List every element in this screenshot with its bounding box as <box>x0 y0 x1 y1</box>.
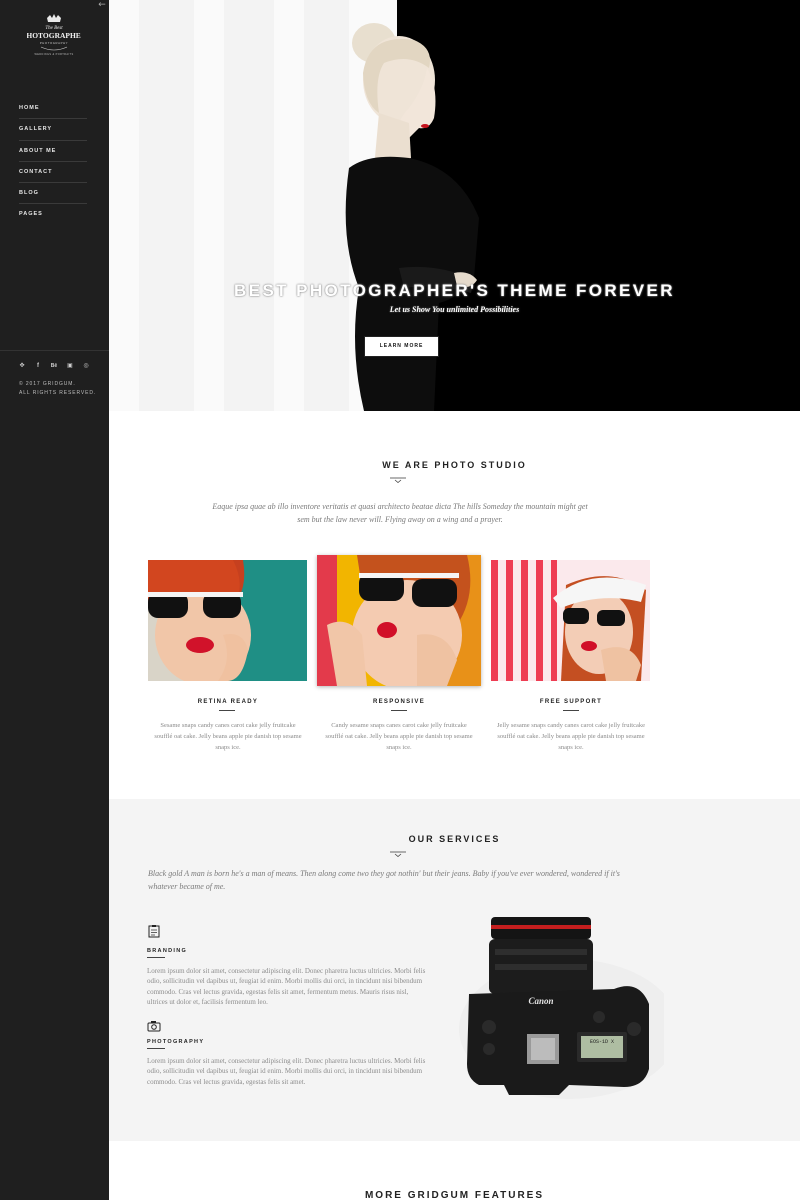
card-text-responsive: Candy sesame snaps canes carot cake jell… <box>325 722 473 751</box>
card-image-retina[interactable] <box>148 560 307 681</box>
site-logo[interactable]: The Best PHOTOGRAPHER PHOTOGRAPHY WEDDIN… <box>27 14 81 58</box>
hero-subtitle: Let us Show You unlimited Possibilities <box>389 305 520 314</box>
card-title-responsive: RESPONSIVE <box>372 699 425 705</box>
nav-item-contact[interactable]: CONTACT <box>19 162 87 184</box>
nav-item-about[interactable]: ABOUT ME <box>19 141 87 162</box>
studio-intro: Eaque ipsa quae ab illo inventore verita… <box>212 502 588 524</box>
nav-item-pages[interactable]: PAGES <box>19 204 87 225</box>
services-title: OUR SERVICES <box>408 834 501 844</box>
camera-icon <box>147 1021 161 1032</box>
card-image-support[interactable] <box>491 560 650 681</box>
dribbble-icon[interactable]: ◎ <box>82 362 90 370</box>
features-title: MORE GRIDGUM FEATURES <box>364 1190 545 1200</box>
learn-more-button[interactable]: LEARN MORE <box>364 336 439 357</box>
flickr-icon[interactable]: ▣ <box>66 362 74 370</box>
sidebar: ← The Best PHOTOGRAPHER PHOTOGRAPHY WEDD… <box>0 0 109 1200</box>
service-label-photography: PHOTOGRAPHY <box>147 1039 205 1045</box>
service-text-branding: Lorem ipsum dolor sit amet, consectetur … <box>147 967 426 1006</box>
logo-wordmark: PHOTOGRAPHER <box>27 31 81 40</box>
main-nav: HOME GALLERY ABOUT ME CONTACT BLOG PAGES <box>19 98 87 226</box>
card-image-responsive[interactable] <box>317 555 481 686</box>
logo-subline: PHOTOGRAPHY <box>40 41 68 45</box>
sidebar-divider <box>0 350 109 351</box>
title-divider-icon <box>390 477 406 483</box>
camera-model: EOS-1D X <box>590 1039 614 1045</box>
card-text-support: Jelly sesame snaps candy canes carot cak… <box>497 722 645 751</box>
title-divider-icon <box>390 851 406 857</box>
collapse-arrow-icon[interactable]: ← <box>96 0 108 10</box>
hero-title: BEST PHOTOGRAPHER'S THEME FOREVER <box>234 281 675 300</box>
card-text-retina: Sesame snaps candy canes carot cake jell… <box>154 722 302 751</box>
camera-brand: Canon <box>528 996 553 1006</box>
nav-item-gallery[interactable]: GALLERY <box>19 119 87 141</box>
copyright-line-1: © 2017 GRIDGUM. <box>19 381 76 387</box>
behance-icon[interactable]: Bē <box>50 362 58 370</box>
social-links: ✥ f Bē ▣ ◎ <box>18 362 90 370</box>
services-intro: Black gold A man is born he's a man of m… <box>148 869 620 891</box>
copyright-line-2: ALL RIGHTS RESERVED. <box>19 390 97 396</box>
studio-title: WE ARE PHOTO STUDIO <box>382 460 527 470</box>
camera-image: Canon EOS-1D X <box>459 917 664 1099</box>
facebook-icon[interactable]: f <box>34 362 42 370</box>
service-label-branding: BRANDING <box>147 948 188 954</box>
card-title-support: FREE SUPPORT <box>539 699 603 705</box>
clipboard-icon <box>148 925 160 938</box>
card-title-retina: RETINA READY <box>197 699 259 705</box>
twitter-icon[interactable]: ✥ <box>18 362 26 370</box>
service-text-photography: Lorem ipsum dolor sit amet, consectetur … <box>147 1057 426 1086</box>
nav-item-blog[interactable]: BLOG <box>19 183 87 205</box>
nav-item-home[interactable]: HOME <box>19 98 87 120</box>
hero-banner: BEST PHOTOGRAPHER'S THEME FOREVER Let us… <box>109 0 800 411</box>
services-section: OUR SERVICES Black gold A man is born he… <box>109 799 800 1141</box>
copyright: © 2017 GRIDGUM. ALL RIGHTS RESERVED. <box>19 380 104 398</box>
logo-caption: WEDDINGS & PORTRAITS <box>34 53 73 56</box>
